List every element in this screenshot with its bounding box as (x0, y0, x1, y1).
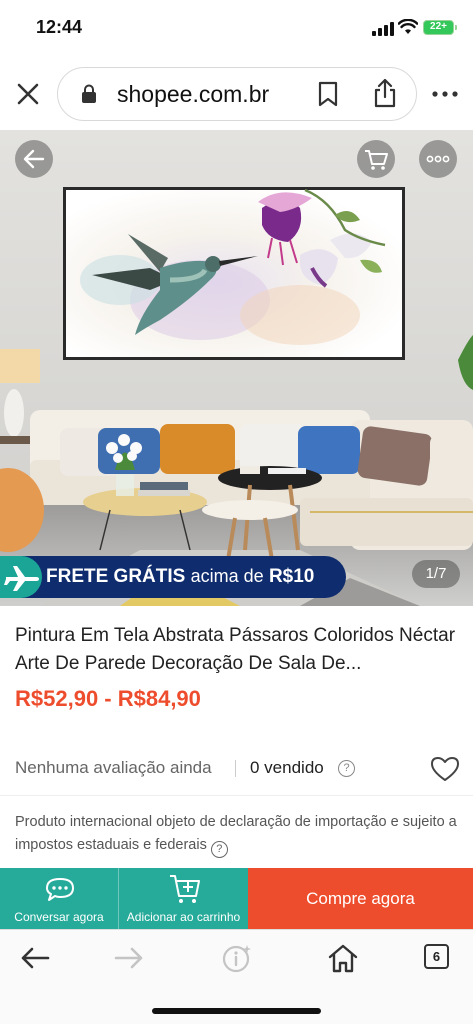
back-button[interactable] (15, 140, 53, 178)
action-bar: Conversar agora Adicionar ao carrinho Co… (0, 868, 473, 929)
rating-text: Nenhuma avaliação ainda (15, 758, 212, 777)
product-title: Pintura Em Tela Abstrata Pássaros Colori… (15, 625, 456, 674)
home-indicator (152, 1008, 321, 1014)
browser-address-bar: shopee.com.br (0, 58, 473, 130)
divider (235, 760, 236, 777)
promo-main-text: FRETE GRÁTIS (46, 566, 186, 587)
section-divider (0, 795, 473, 796)
more-options-icon[interactable] (430, 80, 460, 108)
product-options-button[interactable] (419, 140, 457, 178)
heart-icon[interactable] (430, 756, 460, 782)
promo-text: FRETE GRÁTIS acima de R$10 (46, 566, 314, 588)
plane-badge (0, 556, 42, 598)
image-counter: 1/7 (412, 560, 460, 588)
arrow-left-icon (23, 149, 45, 169)
cart-button[interactable] (357, 140, 395, 178)
tabs-button[interactable]: 6 (424, 944, 449, 969)
close-icon[interactable] (12, 78, 44, 110)
buy-now-button[interactable]: Compre agora (248, 868, 473, 929)
promo-value-text: R$10 (268, 566, 315, 587)
back-arrow-icon[interactable] (18, 943, 52, 973)
status-time: 12:44 (36, 17, 83, 37)
forward-arrow-icon[interactable] (112, 943, 146, 973)
url-field[interactable]: shopee.com.br (57, 67, 417, 121)
home-icon[interactable] (326, 943, 360, 973)
ellipsis-icon (426, 155, 450, 163)
chat-icon (46, 878, 74, 901)
promo-sub-text: acima de (190, 566, 264, 586)
browser-toolbar: 6 (0, 929, 473, 1024)
wifi-icon (398, 19, 418, 34)
question-icon[interactable]: ? (338, 760, 355, 777)
add-to-cart-label: Adicionar ao carrinho (126, 910, 241, 924)
page-info-icon[interactable] (220, 943, 254, 973)
rating-row: Nenhuma avaliação ainda 0 vendido ? (15, 756, 460, 782)
airplane-icon (4, 566, 39, 591)
free-shipping-banner: FRETE GRÁTIS acima de R$10 (0, 556, 346, 598)
product-image-carousel[interactable]: FRETE GRÁTIS acima de R$10 1/7 (0, 130, 473, 606)
shopping-cart-icon (365, 150, 388, 170)
question-icon[interactable]: ? (210, 841, 228, 858)
status-bar: 12:44 22+ (0, 0, 473, 58)
sold-count: 0 vendido (250, 758, 324, 777)
chat-now-label: Conversar agora (14, 910, 104, 924)
product-price: R$52,90 - R$84,90 (15, 686, 201, 711)
lock-icon (82, 84, 96, 103)
share-icon[interactable] (372, 78, 398, 108)
add-to-cart-icon (170, 875, 200, 903)
import-notice: Produto internacional objeto de declaraç… (15, 811, 460, 858)
url-text: shopee.com.br (117, 81, 270, 107)
add-to-cart-button[interactable]: Adicionar ao carrinho (118, 868, 248, 929)
bookmark-icon[interactable] (316, 81, 340, 107)
import-notice-text: Produto internacional objeto de declaraç… (15, 814, 457, 853)
cellular-signal-icon (372, 22, 394, 36)
battery-icon: 22+ (423, 20, 457, 35)
chat-now-button[interactable]: Conversar agora (0, 868, 118, 929)
product-photo (0, 130, 473, 606)
